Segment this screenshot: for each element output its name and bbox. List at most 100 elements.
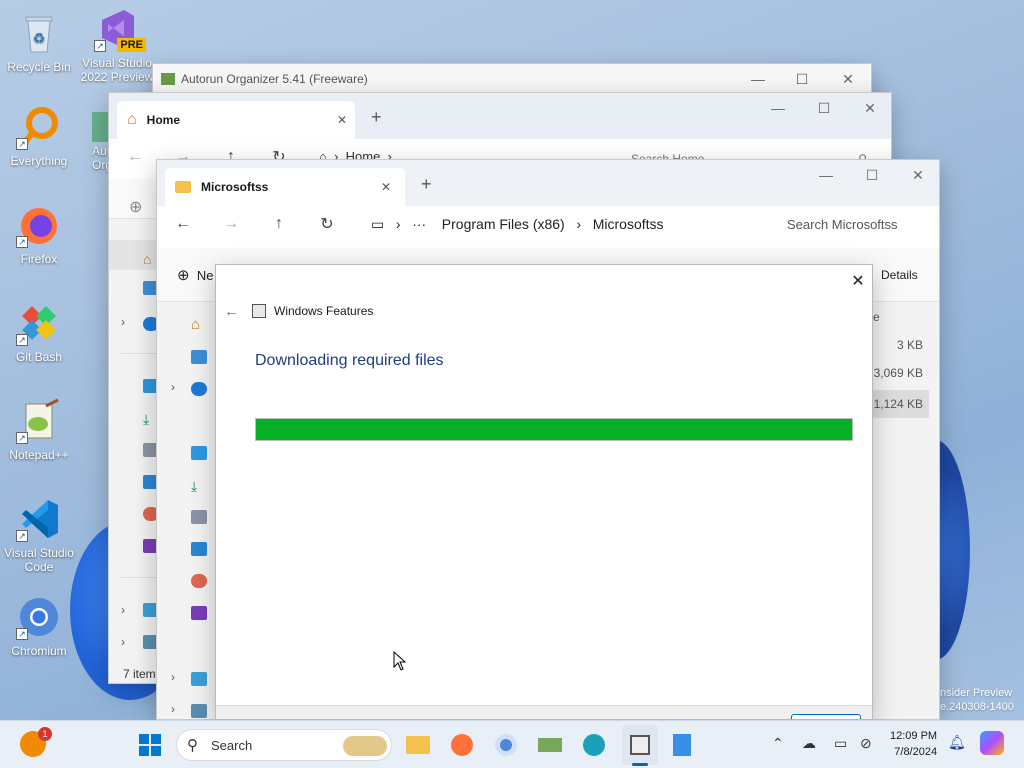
- more-icon[interactable]: ···: [412, 216, 426, 232]
- up-button[interactable]: ↑: [267, 212, 291, 236]
- weather-widget[interactable]: 1: [20, 727, 52, 757]
- minimize-button[interactable]: —: [735, 64, 781, 94]
- windows-features-icon: [252, 304, 266, 318]
- this-pc-icon: ▭: [371, 216, 385, 232]
- back-arrow-icon[interactable]: ←: [224, 303, 239, 320]
- close-button[interactable]: ✕: [847, 93, 891, 123]
- chromium-taskbar-icon[interactable]: [490, 729, 522, 761]
- shortcut-arrow-icon: ↗: [16, 628, 28, 640]
- sidebar-home-icon: ⌂: [191, 316, 201, 333]
- notepad-taskbar-icon[interactable]: [666, 729, 698, 761]
- desktop-icon-label: Visual Studio Code: [4, 546, 74, 574]
- desktop-icon-notepad-plus-plus[interactable]: ↗ Notepad++: [0, 398, 78, 462]
- expand-chevron-icon[interactable]: ›: [171, 670, 175, 684]
- desktop-icon-label: Chromium: [11, 644, 67, 658]
- windows-features-taskbar-icon[interactable]: [622, 725, 658, 765]
- expand-chevron-icon[interactable]: ›: [171, 702, 175, 716]
- back-button[interactable]: ←: [171, 212, 195, 236]
- desktop-icon-vscode[interactable]: ↗ Visual Studio Code: [0, 496, 78, 574]
- file-list: 3 KB 3,069 KB 1,124 KB: [873, 334, 929, 418]
- edge-taskbar-icon[interactable]: [578, 729, 610, 761]
- active-app-indicator: [632, 763, 648, 766]
- network-tray-icon[interactable]: ⊘: [860, 735, 872, 752]
- desktop-icon-label: Everything: [10, 154, 68, 168]
- desktop-icon-recycle-bin[interactable]: ♻ Recycle Bin: [0, 10, 78, 74]
- this-pc-icon: [191, 672, 207, 686]
- column-header-size[interactable]: e: [873, 310, 880, 324]
- new-icon[interactable]: ⊕: [129, 197, 142, 217]
- dialog-title: Windows Features: [274, 304, 374, 318]
- firefox-taskbar-icon[interactable]: [446, 729, 478, 761]
- maximize-button[interactable]: ☐: [779, 64, 825, 94]
- windows-logo-icon: [139, 734, 161, 756]
- taskbar-search[interactable]: ⚲ Search: [176, 729, 392, 761]
- desktop-icon-label: Git Bash: [15, 350, 63, 364]
- copilot-icon[interactable]: [980, 731, 1004, 755]
- file-size: 3 KB: [896, 338, 923, 352]
- dialog-heading: Downloading required files: [255, 352, 444, 369]
- tab-home[interactable]: ⌂ Home ✕: [117, 101, 355, 139]
- close-tab-icon[interactable]: ✕: [337, 113, 347, 127]
- tab-microsoftss[interactable]: Microsoftss ✕: [165, 168, 405, 206]
- refresh-button[interactable]: ↻: [315, 212, 339, 236]
- close-button[interactable]: ✕: [895, 160, 939, 190]
- expand-chevron-icon[interactable]: ›: [121, 635, 125, 649]
- shortcut-arrow-icon: ↗: [16, 432, 28, 444]
- close-button[interactable]: ✕: [846, 271, 870, 293]
- clock[interactable]: 12:09 PM 7/8/2024: [890, 728, 937, 760]
- desktop-icon-visual-studio-preview[interactable]: PRE ↗ Visual Studio 2022 Preview: [78, 6, 156, 84]
- breadcrumb-item[interactable]: Program Files (x86): [442, 216, 565, 232]
- tab-label: Microsoftss: [201, 180, 269, 194]
- maximize-button[interactable]: ☐: [801, 93, 847, 123]
- shortcut-arrow-icon: ↗: [94, 40, 106, 52]
- clock-date: 7/8/2024: [894, 746, 938, 758]
- desktop-icon-chromium[interactable]: ↗ Chromium: [0, 594, 78, 658]
- progress-fill: [256, 419, 852, 440]
- search-icon: ⚲: [187, 737, 198, 754]
- display-tray-icon[interactable]: ▭: [834, 735, 847, 752]
- expand-chevron-icon[interactable]: ›: [121, 603, 125, 617]
- desktop-icon-git-bash[interactable]: ↗ Git Bash: [0, 300, 78, 364]
- vscode-icon: ↗: [16, 496, 62, 542]
- autorun-taskbar-icon[interactable]: [534, 729, 566, 761]
- folder-icon: [175, 181, 191, 193]
- clock-time: 12:09 PM: [890, 730, 938, 742]
- network-icon: [191, 704, 207, 718]
- forward-button[interactable]: →: [219, 212, 243, 236]
- desktop-icon-firefox[interactable]: ↗ Firefox: [0, 202, 78, 266]
- show-hidden-icons-icon[interactable]: ⌃: [772, 735, 784, 752]
- chromium-icon: ↗: [16, 594, 62, 640]
- search-input[interactable]: Search Microsoftss: [777, 210, 939, 240]
- recycle-bin-icon: ♻: [16, 10, 62, 56]
- back-button[interactable]: ←: [123, 145, 147, 169]
- progress-bar: [255, 418, 853, 441]
- details-button[interactable]: Details: [881, 268, 918, 282]
- onedrive-tray-icon[interactable]: ☁: [802, 735, 816, 752]
- breadcrumb-item[interactable]: Microsoftss: [593, 216, 664, 232]
- onedrive-icon: [191, 382, 207, 396]
- downloads-icon: ⤓: [191, 478, 198, 494]
- new-tab-button[interactable]: +: [371, 107, 382, 128]
- music-icon: [191, 574, 207, 588]
- desktop-icon-label: Recycle Bin: [7, 60, 71, 74]
- new-button[interactable]: ⊕ Ne: [177, 266, 213, 284]
- breadcrumb[interactable]: ▭ › ··· Program Files (x86) › Microsofts…: [371, 216, 664, 233]
- maximize-button[interactable]: ☐: [849, 160, 895, 190]
- notification-bell-icon[interactable]: 🔔︎: [948, 734, 966, 751]
- close-button[interactable]: ✕: [825, 64, 871, 94]
- start-button[interactable]: [138, 733, 162, 757]
- new-tab-button[interactable]: +: [421, 174, 432, 195]
- close-tab-icon[interactable]: ✕: [381, 180, 391, 194]
- gallery-icon: [191, 350, 207, 364]
- desktop-icon-label: Au Org: [92, 144, 113, 172]
- expand-chevron-icon[interactable]: ›: [121, 315, 125, 329]
- videos-icon: [191, 606, 207, 620]
- desktop-icon-everything[interactable]: ↗ Everything: [0, 104, 78, 168]
- tab-label: Home: [146, 113, 181, 127]
- windows-features-dialog[interactable]: ✕ ← Windows Features Downloading require…: [215, 264, 873, 720]
- minimize-button[interactable]: —: [803, 160, 849, 190]
- minimize-button[interactable]: —: [755, 93, 801, 123]
- file-explorer-icon[interactable]: [402, 729, 434, 761]
- expand-chevron-icon[interactable]: ›: [171, 380, 175, 394]
- status-bar-item-count: 7 item: [123, 667, 156, 681]
